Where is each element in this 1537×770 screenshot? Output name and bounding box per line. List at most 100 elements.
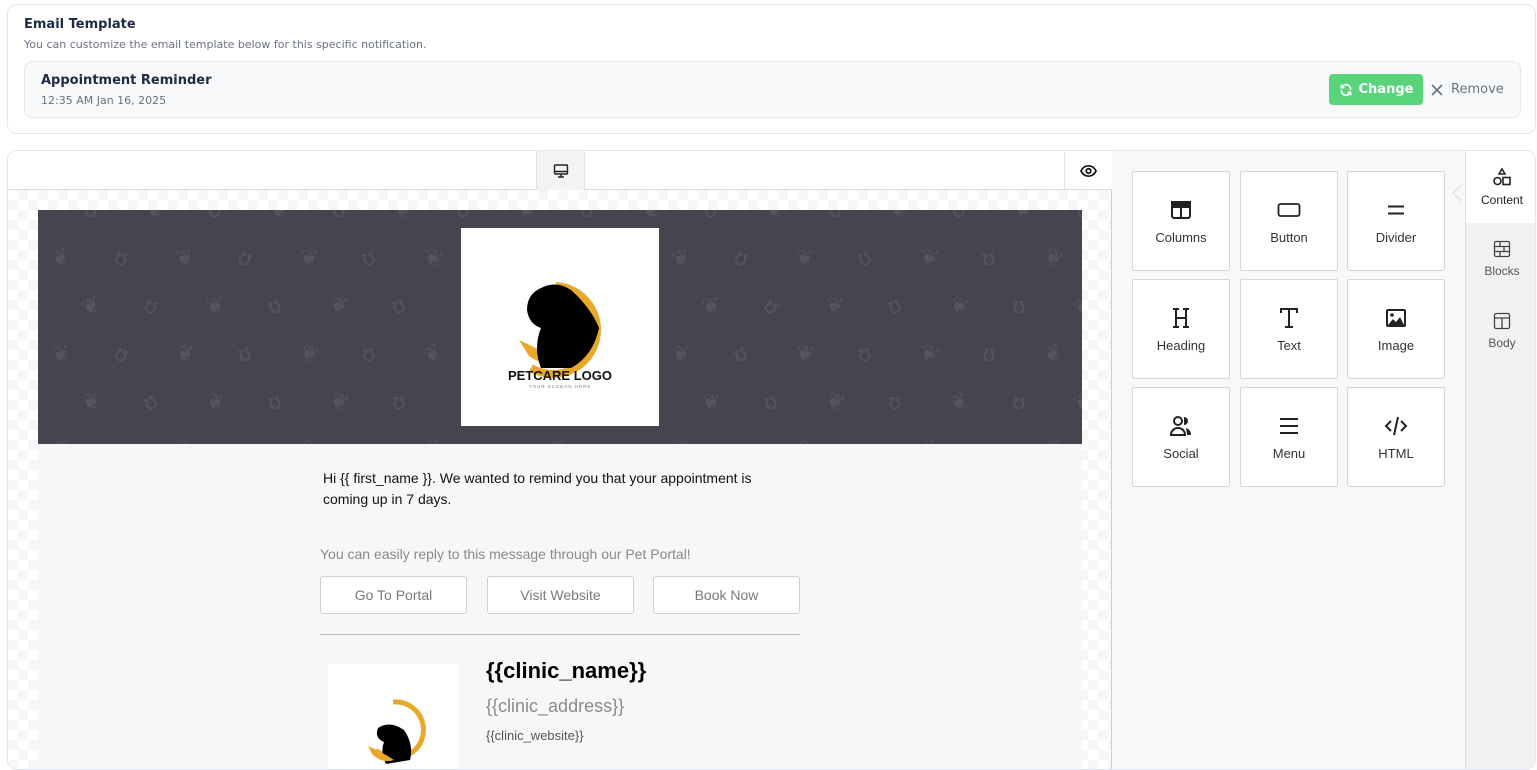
paw-pattern-icon: ❦ [824,293,846,320]
stethoscope-pattern-icon: ʊ [82,210,99,224]
paw-pattern-icon: ❦ [296,339,322,370]
reply-text[interactable]: You can easily reply to this message thr… [320,546,691,562]
social-icon [1169,415,1191,436]
stethoscope-pattern-icon: ʊ [233,244,257,273]
petcare-logo[interactable]: PETCARE LOGO YOUR SLOGAN HERE [461,228,659,426]
tool-menu[interactable]: Menu [1240,387,1338,487]
stethoscope-pattern-icon: ʊ [979,245,998,272]
paw-pattern-icon: ❦ [298,245,320,272]
monitor-icon [553,163,568,178]
blocks-icon [1493,240,1511,258]
clinic-logo[interactable] [328,664,459,769]
stethoscope-pattern-icon: ʊ [1075,210,1082,224]
template-date: 12:35 AM Jan 16, 2025 [41,94,167,107]
paw-pattern-icon: ❦ [269,210,289,224]
paw-pattern-icon: ❦ [793,340,817,369]
stethoscope-pattern-icon: ʊ [884,292,905,321]
stethoscope-pattern-icon: ʊ [758,292,783,321]
stethoscope-pattern-icon: ʊ [453,210,472,225]
button-icon [1277,202,1301,217]
paw-pattern-icon: ❦ [670,437,692,444]
tool-button[interactable]: Button [1240,171,1338,271]
template-name: Appointment Reminder [41,73,212,88]
tab-body[interactable]: Body [1466,295,1535,367]
remove-button[interactable]: Remove [1431,74,1504,105]
section-title: Email Template [24,17,136,32]
stethoscope-pattern-icon: ʊ [579,210,595,224]
stethoscope-pattern-icon: ʊ [264,388,285,417]
tool-label: Social [1163,445,1199,461]
stethoscope-pattern-icon: ʊ [605,436,628,444]
paw-pattern-icon: ❦ [671,341,691,368]
paw-pattern-icon: ❦ [391,210,415,225]
stethoscope-pattern-icon: ʊ [357,244,379,273]
tool-heading[interactable]: Heading [1132,279,1230,379]
text-icon [1280,307,1298,328]
stethoscope-pattern-icon: ʊ [111,244,131,273]
visit-website-button[interactable]: Visit Website [487,576,634,614]
paw-pattern-icon: ❦ [1009,210,1037,226]
paw-pattern-icon: ❦ [1068,291,1082,322]
tab-content[interactable]: Content [1466,151,1535,223]
stethoscope-pattern-icon: ʊ [886,389,903,416]
editor-toolbar [8,151,1112,190]
preview-button[interactable] [1064,151,1112,190]
close-icon [1431,83,1443,96]
tool-divider[interactable]: Divider [1347,171,1445,271]
columns-icon [1171,200,1191,219]
tab-blocks[interactable]: Blocks [1466,223,1535,295]
tool-social[interactable]: Social [1132,387,1230,487]
tool-columns[interactable]: Columns [1132,171,1230,271]
tool-label: Columns [1155,229,1207,245]
paw-pattern-icon: ❦ [700,292,722,321]
remove-label: Remove [1451,82,1504,97]
book-now-button[interactable]: Book Now [653,576,800,614]
change-button[interactable]: Change [1329,74,1423,105]
paw-pattern-icon: ❦ [47,243,75,274]
stethoscope-pattern-icon: ʊ [731,437,750,444]
divider-icon [1388,205,1404,214]
paw-pattern-icon: ❦ [49,340,73,369]
tool-label: HTML [1378,445,1414,461]
paw-pattern-icon: ❦ [38,210,45,227]
logo-slogan: YOUR SLOGAN HERE [529,384,592,389]
tool-label: Text [1277,337,1301,353]
paw-pattern-icon: ❦ [547,437,567,444]
stethoscope-pattern-icon: ʊ [1011,293,1026,320]
stethoscope-pattern-icon: ʊ [262,292,287,321]
paw-pattern-icon: ❦ [204,388,226,417]
stethoscope-pattern-icon: ʊ [326,210,350,225]
tool-html[interactable]: HTML [1347,387,1445,487]
paw-pattern-icon: ❦ [915,339,943,370]
stethoscope-pattern-icon: ʊ [853,244,876,273]
paw-pattern-icon: ❦ [420,436,445,444]
paw-pattern-icon: ❦ [1039,339,1066,370]
reminder-message[interactable]: Hi {{ first_name }}. We wanted to remind… [323,468,783,510]
selected-template: Appointment Reminder 12:35 AM Jan 16, 20… [24,61,1521,118]
paw-pattern-icon: ❦ [1039,243,1068,274]
paw-pattern-icon: ❦ [946,291,973,322]
paw-pattern-icon: ❦ [1042,437,1064,444]
stethoscope-pattern-icon: ʊ [1009,389,1028,416]
paw-pattern-icon: ❦ [764,210,786,224]
stethoscope-pattern-icon: ʊ [360,341,377,368]
clinic-address[interactable]: {{clinic_address}} [486,696,624,717]
tool-image[interactable]: Image [1347,279,1445,379]
email-divider[interactable] [320,634,800,635]
email-editor: ʊ ❦ ʊ ❦ ʊ ❦ ʊ ❦ ʊ ❦ ʊ ❦ ʊ ❦ ʊ ❦ ʊ ❦ ʊ ❦ ʊ ❦ ʊ ❦ ʊ ❦ ʊ ❦ ʊ ❦ ʊ ❦ ʊ ❦ ʊ ❦ ʊ ❦ ʊ ❦… [7,150,1536,770]
tool-text[interactable]: Text [1240,279,1338,379]
tool-label: Button [1270,229,1308,245]
hero-banner[interactable]: ʊ ❦ ʊ ❦ ʊ ❦ ʊ ❦ ʊ ❦ ʊ ❦ ʊ ❦ ʊ ❦ ʊ ❦ ʊ ❦ ʊ ❦ ʊ ❦ ʊ ❦ ʊ ❦ ʊ ❦ ʊ ❦ ʊ ❦ ʊ ❦ ʊ ❦ ʊ ❦… [38,210,1082,444]
paw-pattern-icon: ❦ [325,387,353,418]
email-body[interactable]: ʊ ❦ ʊ ❦ ʊ ❦ ʊ ❦ ʊ ❦ ʊ ❦ ʊ ❦ ʊ ❦ ʊ ❦ ʊ ❦ ʊ ❦ ʊ ❦ ʊ ❦ ʊ ❦ ʊ ❦ ʊ ❦ ʊ ❦ ʊ ❦ ʊ ❦ ʊ ❦… [38,210,1082,769]
go-to-portal-button[interactable]: Go To Portal [320,576,467,614]
clinic-name[interactable]: {{clinic_name}} [486,658,646,684]
desktop-view-button[interactable] [536,151,585,190]
tab-label: Body [1488,336,1516,350]
email-template-card: Email Template You can customize the ema… [7,4,1536,134]
paw-pattern-icon: ❦ [795,246,815,271]
clinic-website[interactable]: {{clinic_website}} [486,728,584,743]
stethoscope-pattern-icon: ʊ [981,341,997,368]
paw-pattern-icon: ❦ [700,389,722,416]
stethoscope-pattern-icon: ʊ [236,437,253,444]
